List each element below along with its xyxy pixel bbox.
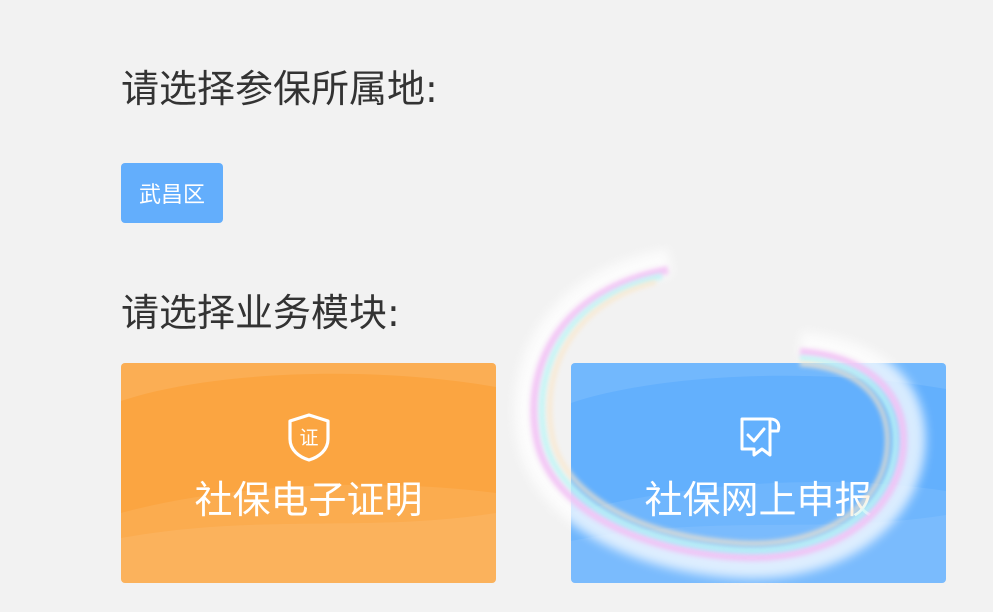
page: 请选择参保所属地: 武昌区 请选择业务模块: 证 社保电子证明 社保网上申报: [0, 0, 993, 612]
region-chip-label: 武昌区: [138, 183, 205, 208]
module-card-label: 社保网上申报: [644, 478, 873, 522]
module-card-label: 社保电子证明: [194, 478, 423, 522]
region-chip-wuchang[interactable]: 武昌区: [121, 163, 223, 223]
module-heading: 请选择业务模块:: [121, 291, 400, 335]
certificate-shield-icon: 证: [287, 413, 330, 462]
module-card-e-certificate[interactable]: 证 社保电子证明: [121, 363, 496, 583]
region-heading: 请选择参保所属地:: [121, 67, 438, 111]
module-card-online-declaration[interactable]: 社保网上申报: [571, 363, 946, 583]
document-check-icon: [740, 417, 780, 457]
card-wave-decoration: [571, 363, 946, 583]
card-wave-decoration: [121, 363, 496, 583]
certificate-icon-glyph: 证: [299, 427, 318, 449]
